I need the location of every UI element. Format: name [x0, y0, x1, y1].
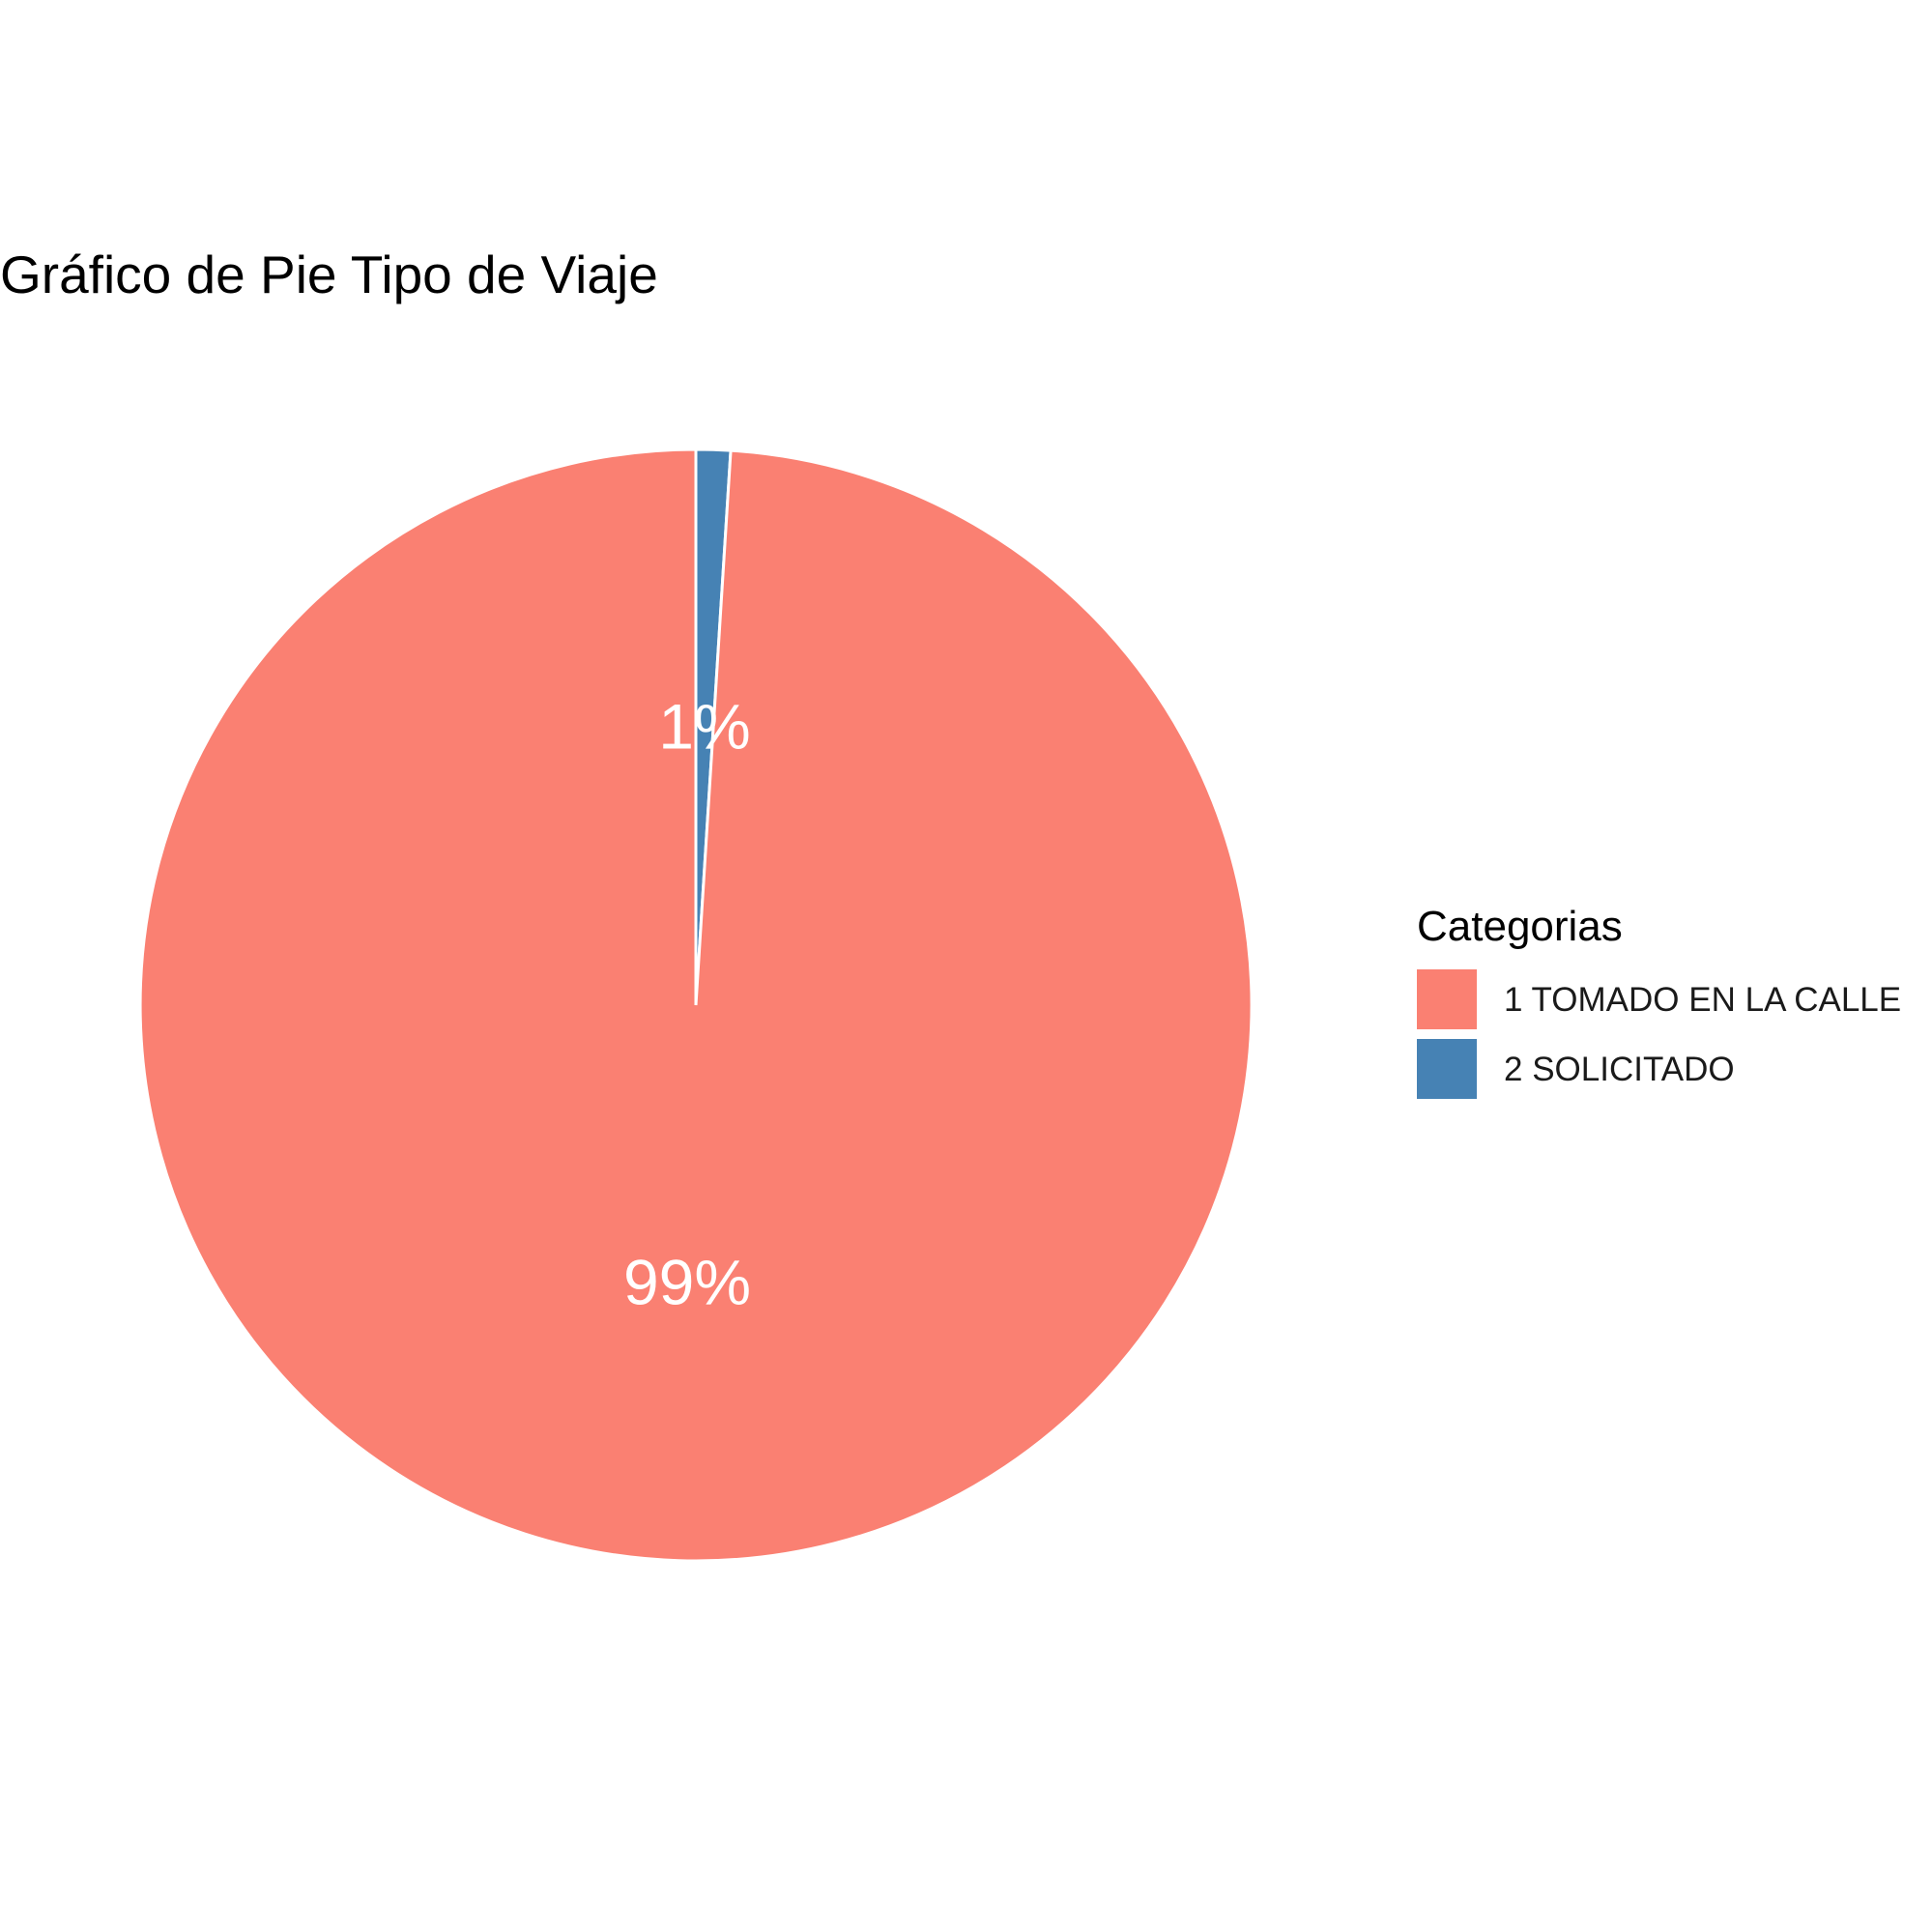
pie-chart: Gráfico de Pie Tipo de Viaje 1% 99% Categ… [0, 0, 1932, 1932]
pie-pct-label-2: 99% [623, 1246, 751, 1317]
legend: Categorias 1 TOMADO EN LA CALLE 2 SOLICIT… [1417, 903, 1901, 1099]
pie-pct-label-1: 1% [658, 691, 750, 763]
legend-key-1 [1417, 969, 1477, 1029]
legend-label-1: 1 TOMADO EN LA CALLE [1504, 981, 1901, 1019]
legend-key-2 [1417, 1039, 1477, 1099]
pie-slices [138, 447, 1254, 1563]
pie-chart-svg: Gráfico de Pie Tipo de Viaje 1% 99% Categ… [0, 245, 1901, 1563]
chart-title: Gráfico de Pie Tipo de Viaje [0, 245, 658, 304]
legend-label-2: 2 SOLICITADO [1504, 1051, 1735, 1088]
pie-slice-2 [138, 447, 1254, 1563]
legend-title: Categorias [1417, 903, 1623, 950]
